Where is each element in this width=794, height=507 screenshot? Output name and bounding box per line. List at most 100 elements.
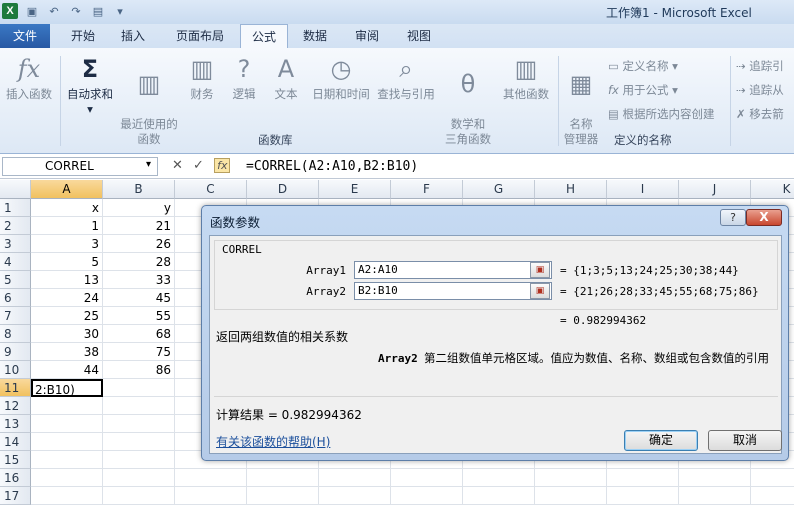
select-all-corner[interactable] [0,180,31,199]
cell-a10[interactable]: 44 [31,361,103,379]
row-header-7[interactable]: 7 [0,307,31,325]
row-header-17[interactable]: 17 [0,487,31,505]
customize-qat-icon[interactable]: ▾ [112,4,128,19]
tab-home[interactable]: 开始 [60,24,106,48]
cell-b3[interactable]: 26 [103,235,175,253]
cell-b14[interactable] [103,433,175,451]
row-header-2[interactable]: 2 [0,217,31,235]
cell-a2[interactable]: 1 [31,217,103,235]
column-header-d[interactable]: D [247,180,319,199]
row-header-15[interactable]: 15 [0,451,31,469]
tab-file[interactable]: 文件 [0,24,50,48]
define-name-button[interactable]: ▭ 定义名称 ▾ [608,56,678,76]
trace-dependents-button[interactable]: ⇢ 追踪从 [736,80,784,100]
cell-d16[interactable] [247,469,319,487]
name-box[interactable]: CORREL [2,157,158,176]
column-header-e[interactable]: E [319,180,391,199]
cell-a7[interactable]: 25 [31,307,103,325]
cell-b6[interactable]: 45 [103,289,175,307]
column-header-c[interactable]: C [175,180,247,199]
cell-b4[interactable]: 28 [103,253,175,271]
tab-review[interactable]: 审阅 [344,24,390,48]
more-functions-button[interactable]: ▥ 其他函数 [498,52,554,102]
column-header-j[interactable]: J [679,180,751,199]
print-preview-icon[interactable]: ▤ [90,4,106,19]
cell-d17[interactable] [247,487,319,505]
cell-e17[interactable] [319,487,391,505]
cell-h16[interactable] [535,469,607,487]
row-header-4[interactable]: 4 [0,253,31,271]
cell-a4[interactable]: 5 [31,253,103,271]
cell-b17[interactable] [103,487,175,505]
cell-a8[interactable]: 30 [31,325,103,343]
row-header-13[interactable]: 13 [0,415,31,433]
array2-collapse-icon[interactable]: ▣ [530,283,550,299]
name-box-dropdown-icon[interactable]: ▾ [146,159,151,170]
cell-b15[interactable] [103,451,175,469]
date-time-button[interactable]: ◷ 日期和时间 [308,52,374,102]
cell-e16[interactable] [319,469,391,487]
logical-button[interactable]: ? 逻辑 [226,52,262,102]
row-header-16[interactable]: 16 [0,469,31,487]
cell-a13[interactable] [31,415,103,433]
cell-b10[interactable]: 86 [103,361,175,379]
ok-button[interactable]: 确定 [624,430,698,451]
row-header-6[interactable]: 6 [0,289,31,307]
row-header-10[interactable]: 10 [0,361,31,379]
array1-input[interactable]: A2:A10 [354,261,552,279]
cell-i17[interactable] [607,487,679,505]
tab-insert[interactable]: 插入 [110,24,156,48]
cell-i16[interactable] [607,469,679,487]
formula-input[interactable]: =CORREL(A2:A10,B2:B10) [246,157,418,176]
column-header-g[interactable]: G [463,180,535,199]
row-header-12[interactable]: 12 [0,397,31,415]
create-from-selection-button[interactable]: ▤ 根据所选内容创建 [608,104,715,124]
cell-a9[interactable]: 38 [31,343,103,361]
dialog-close-button[interactable]: X [746,209,782,226]
financial-button[interactable]: ▥ 财务 [184,52,220,102]
recently-used-button[interactable]: ▥ 最近使用的 函数 [118,52,180,147]
cell-b16[interactable] [103,469,175,487]
math-trig-button[interactable]: θ 数学和 三角函数 [440,52,496,147]
trace-precedents-button[interactable]: ⇢ 追踪引 [736,56,784,76]
remove-arrows-button[interactable]: ✗ 移去箭 [736,104,784,124]
cell-j17[interactable] [679,487,751,505]
row-header-1[interactable]: 1 [0,199,31,217]
use-in-formula-button[interactable]: fx 用于公式 ▾ [608,80,678,100]
cell-b9[interactable]: 75 [103,343,175,361]
cell-a1[interactable]: x [31,199,103,217]
cell-a12[interactable] [31,397,103,415]
column-header-f[interactable]: F [391,180,463,199]
array2-input[interactable]: B2:B10 [354,282,552,300]
cell-a16[interactable] [31,469,103,487]
undo-icon[interactable]: ↶ [46,4,62,19]
cell-g16[interactable] [463,469,535,487]
insert-function-button[interactable]: fx 插入函数 [2,52,56,102]
cell-b12[interactable] [103,397,175,415]
tab-data[interactable]: 数据 [294,24,336,48]
cell-a6[interactable]: 24 [31,289,103,307]
cell-f17[interactable] [391,487,463,505]
save-icon[interactable]: ▣ [24,4,40,19]
column-header-h[interactable]: H [535,180,607,199]
row-header-9[interactable]: 9 [0,343,31,361]
column-header-k[interactable]: K [751,180,794,199]
cell-b5[interactable]: 33 [103,271,175,289]
active-cell-a11[interactable]: 2:B10) [31,379,103,397]
tab-formulas[interactable]: 公式 [240,24,288,49]
column-header-a[interactable]: A [31,180,103,199]
cell-a17[interactable] [31,487,103,505]
dialog-help-button[interactable]: ? [720,209,746,226]
cell-b7[interactable]: 55 [103,307,175,325]
array1-collapse-icon[interactable]: ▣ [530,262,550,278]
cell-c16[interactable] [175,469,247,487]
function-help-link[interactable]: 有关该函数的帮助(H) [216,433,330,450]
cell-g17[interactable] [463,487,535,505]
cell-b2[interactable]: 21 [103,217,175,235]
tab-view[interactable]: 视图 [396,24,442,48]
lookup-reference-button[interactable]: ⌕ 查找与引用 [374,52,438,102]
cell-a15[interactable] [31,451,103,469]
redo-icon[interactable]: ↷ [68,4,84,19]
insert-function-fx-icon[interactable]: fx [214,158,231,173]
row-header-11[interactable]: 11 [0,379,31,397]
